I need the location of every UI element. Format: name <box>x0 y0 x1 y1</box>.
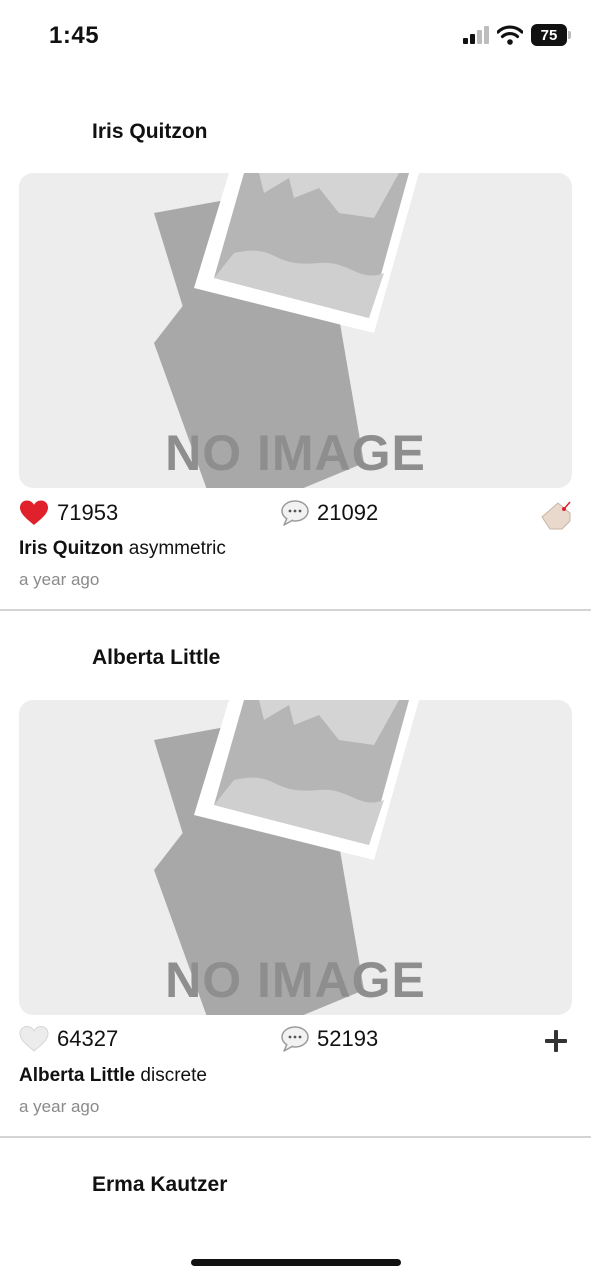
post-actions: 64327 52193 <box>19 1025 572 1057</box>
heart-icon <box>20 500 48 525</box>
caption-author[interactable]: Alberta Little <box>19 1065 135 1086</box>
battery-icon: 75 <box>531 24 571 46</box>
like-count: 71953 <box>57 500 119 525</box>
battery-level: 75 <box>540 26 558 44</box>
post-image-placeholder[interactable]: NO IMAGE <box>19 700 572 1015</box>
post-caption: Alberta Little discrete <box>19 1065 207 1087</box>
post-time: a year ago <box>19 1097 100 1116</box>
home-indicator[interactable] <box>191 1259 401 1266</box>
speech-bubble-icon <box>281 500 309 526</box>
cellular-signal-icon <box>463 26 489 44</box>
status-time: 1:45 <box>49 22 100 49</box>
speech-bubble-icon <box>281 1026 309 1052</box>
comment-button[interactable]: 52193 <box>281 1025 378 1053</box>
heart-icon <box>19 1025 49 1052</box>
comment-count: 21092 <box>317 500 379 525</box>
post-image-placeholder[interactable]: NO IMAGE <box>19 173 572 488</box>
post-time: a year ago <box>19 570 100 589</box>
caption-text: discrete <box>140 1065 207 1086</box>
post-author[interactable]: Iris Quitzon <box>92 120 208 144</box>
post-author[interactable]: Alberta Little <box>92 646 220 670</box>
wifi-icon <box>497 25 523 45</box>
plus-icon[interactable] <box>540 1025 572 1057</box>
price-tag-icon[interactable] <box>540 499 572 531</box>
status-bar: 1:45 75 <box>0 0 591 72</box>
like-button[interactable]: 71953 <box>19 499 118 527</box>
status-icons: 75 <box>463 24 571 46</box>
comment-count: 52193 <box>317 1026 379 1051</box>
post-caption: Iris Quitzon asymmetric <box>19 538 226 560</box>
like-count: 64327 <box>57 1026 119 1051</box>
divider <box>0 609 591 611</box>
post-actions: 71953 21092 <box>19 499 572 531</box>
no-image-label: NO IMAGE <box>165 952 426 1008</box>
comment-button[interactable]: 21092 <box>281 499 378 527</box>
no-image-label: NO IMAGE <box>165 425 426 481</box>
like-button[interactable]: 64327 <box>19 1025 118 1053</box>
post-author[interactable]: Erma Kautzer <box>92 1173 227 1197</box>
caption-author[interactable]: Iris Quitzon <box>19 538 124 559</box>
caption-text: asymmetric <box>128 538 226 559</box>
divider <box>0 1136 591 1138</box>
